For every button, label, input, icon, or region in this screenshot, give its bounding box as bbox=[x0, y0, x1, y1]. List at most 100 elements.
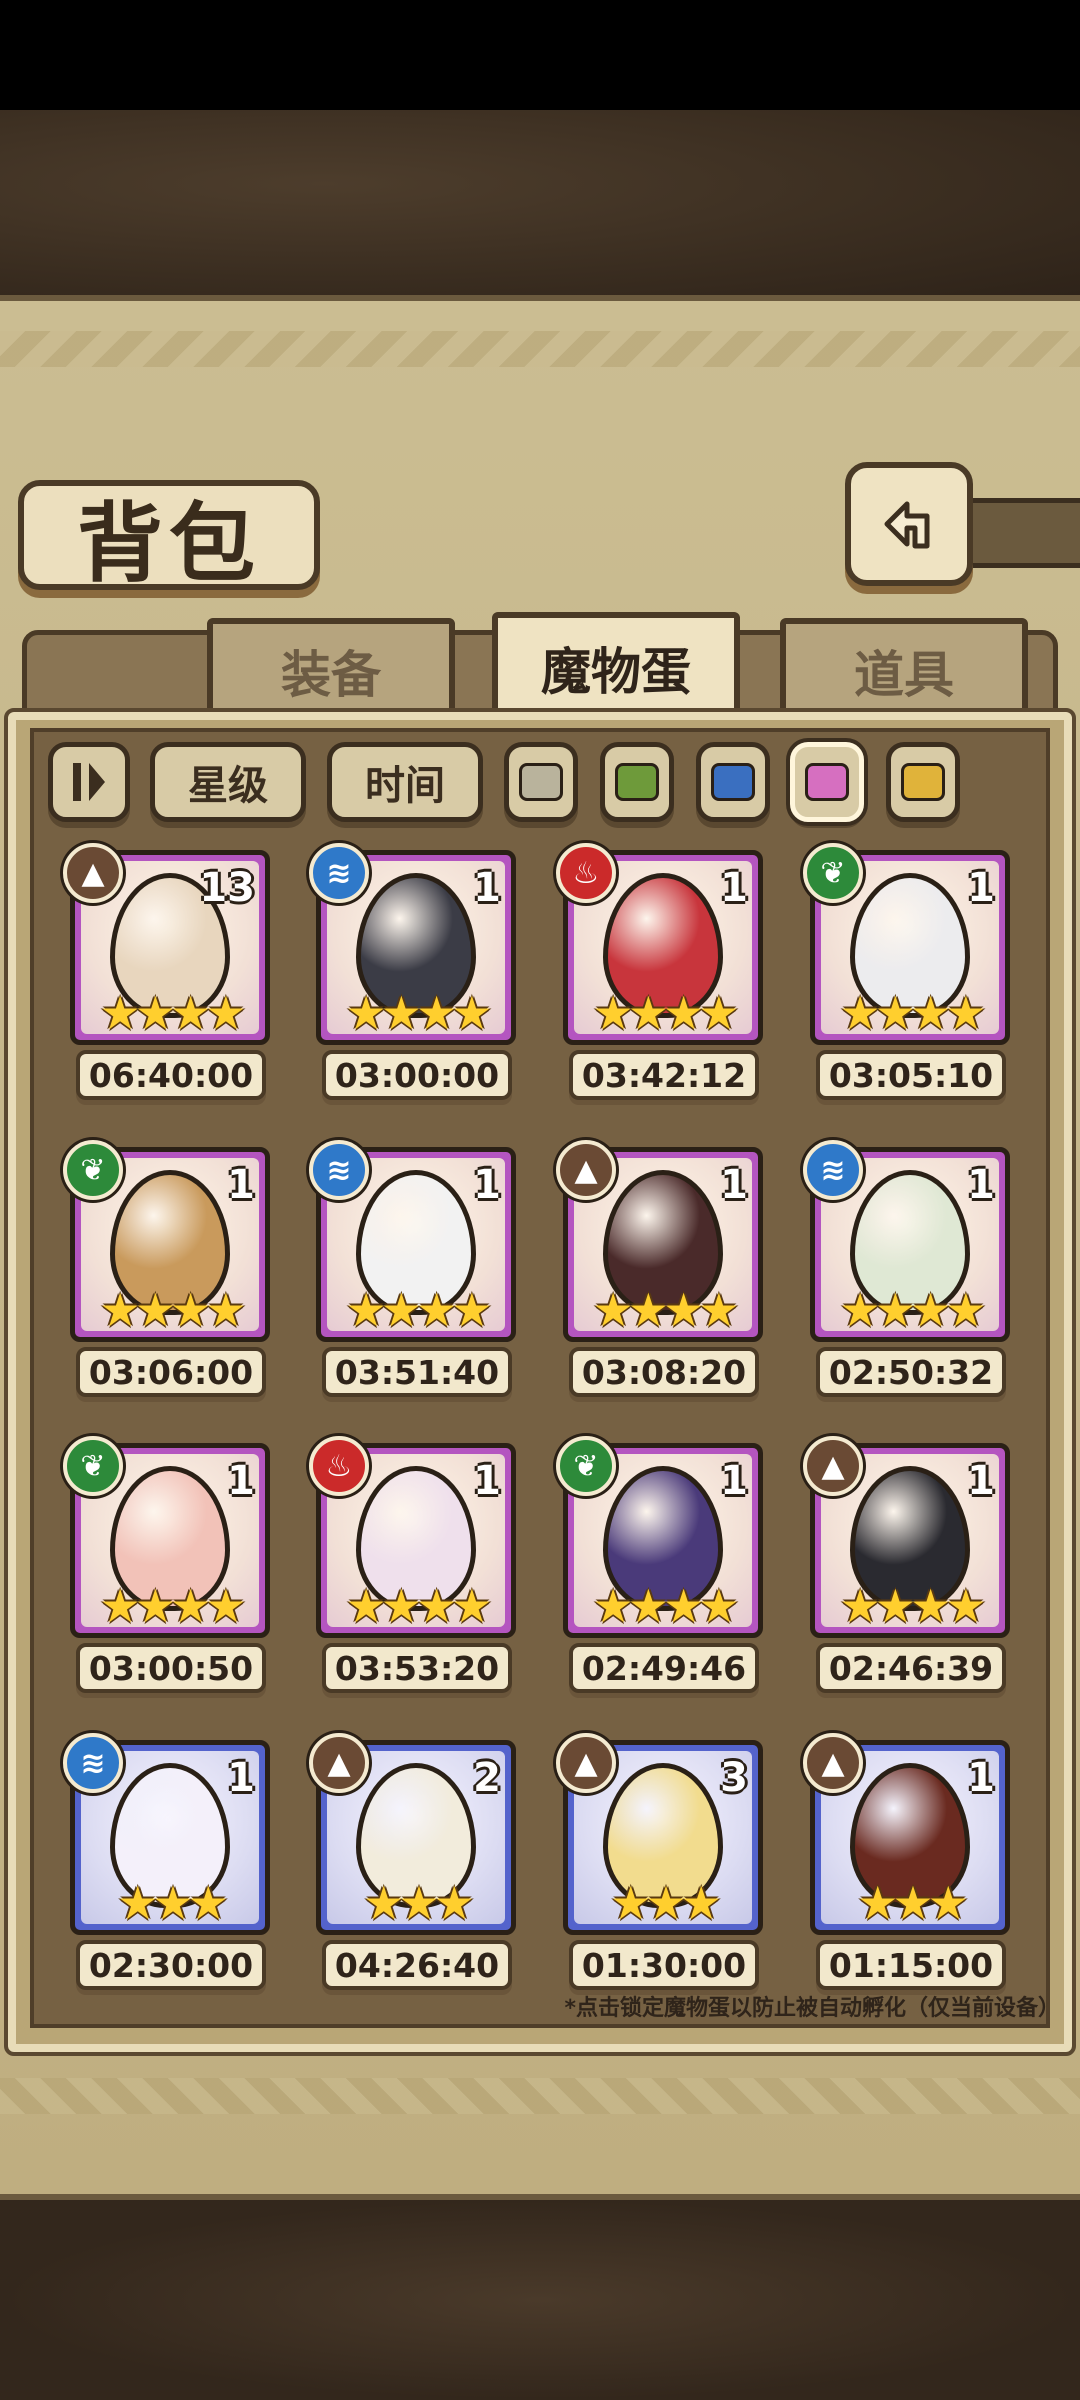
star-sort-label: 星级 bbox=[188, 763, 268, 809]
star-rating: ★★★ bbox=[610, 1876, 722, 1930]
hatch-timer: 03:51:40 bbox=[322, 1347, 512, 1397]
tab-label: 道具 bbox=[854, 645, 954, 704]
color-filter-button[interactable] bbox=[886, 742, 960, 822]
color-filter-button[interactable] bbox=[504, 742, 578, 822]
status-bar-area bbox=[0, 0, 1080, 110]
egg-count: 1 bbox=[720, 1458, 748, 1504]
hatch-timer: 02:50:32 bbox=[816, 1347, 1006, 1397]
monster-egg-card[interactable]: 2 ★★★ ▲ bbox=[309, 1733, 516, 1935]
egg-count: 1 bbox=[967, 1458, 995, 1504]
egg-count: 1 bbox=[473, 1162, 501, 1208]
star-rating: ★★★★ bbox=[839, 1283, 987, 1337]
monster-egg-card[interactable]: 1 ★★★ ▲ bbox=[803, 1733, 1010, 1935]
color-filter-button[interactable] bbox=[600, 742, 674, 822]
tab-equipment[interactable]: 装备 bbox=[207, 618, 455, 723]
water-waves-icon: ≋ bbox=[309, 1140, 369, 1200]
monster-egg-card[interactable]: 1 ★★★★ ▲ bbox=[556, 1140, 763, 1342]
monster-egg-card[interactable]: 13 ★★★★ ▲ bbox=[63, 843, 270, 1045]
water-waves-icon: ≋ bbox=[309, 843, 369, 903]
monster-egg-card[interactable]: 1 ★★★★ ≋ bbox=[309, 843, 516, 1045]
tab-label: 装备 bbox=[281, 645, 381, 704]
return-arrow-icon bbox=[884, 501, 930, 549]
hatch-timer: 03:08:20 bbox=[569, 1347, 759, 1397]
egg-count: 2 bbox=[473, 1755, 501, 1801]
monster-egg-card[interactable]: 1 ★★★★ ❦ bbox=[556, 1436, 763, 1638]
egg-count: 1 bbox=[720, 865, 748, 911]
time-sort-label: 时间 bbox=[365, 763, 445, 809]
hatch-timer: 03:00:50 bbox=[76, 1643, 266, 1693]
monster-egg-card[interactable]: 1 ★★★★ ♨ bbox=[556, 843, 763, 1045]
color-swatch bbox=[901, 763, 945, 801]
tab-label: 魔物蛋 bbox=[541, 643, 691, 701]
egg-count: 1 bbox=[967, 1755, 995, 1801]
leaf-icon: ❦ bbox=[556, 1436, 616, 1496]
color-swatch bbox=[805, 763, 849, 801]
egg-count: 1 bbox=[473, 1458, 501, 1504]
monster-egg-card[interactable]: 1 ★★★★ ≋ bbox=[309, 1140, 516, 1342]
egg-count: 1 bbox=[473, 865, 501, 911]
monster-egg-card[interactable]: 1 ★★★★ ❦ bbox=[63, 1140, 270, 1342]
mountain-icon: ▲ bbox=[803, 1436, 863, 1496]
star-rating: ★★★ bbox=[363, 1876, 475, 1930]
hatch-timer: 02:30:00 bbox=[76, 1940, 266, 1990]
title-plate: 背包 bbox=[18, 480, 320, 594]
color-filter-button[interactable] bbox=[790, 742, 864, 822]
star-rating: ★★★★ bbox=[345, 1579, 493, 1633]
sort-toggle-icon bbox=[73, 763, 105, 801]
monster-egg-card[interactable]: 1 ★★★★ ❦ bbox=[803, 843, 1010, 1045]
sort-by-time-button[interactable]: 时间 bbox=[327, 742, 483, 822]
hatch-timer: 03:06:00 bbox=[76, 1347, 266, 1397]
egg-count: 1 bbox=[227, 1162, 255, 1208]
hatch-timer: 03:42:12 bbox=[569, 1050, 759, 1100]
color-swatch bbox=[519, 763, 563, 801]
egg-count: 1 bbox=[227, 1458, 255, 1504]
sort-by-star-button[interactable]: 星级 bbox=[150, 742, 306, 822]
star-rating: ★★★★ bbox=[839, 1579, 987, 1633]
egg-count: 1 bbox=[227, 1755, 255, 1801]
mountain-icon: ▲ bbox=[556, 1140, 616, 1200]
star-rating: ★★★★ bbox=[592, 1579, 740, 1633]
monster-egg-card[interactable]: 1 ★★★★ ❦ bbox=[63, 1436, 270, 1638]
star-rating: ★★★ bbox=[857, 1876, 969, 1930]
egg-count: 1 bbox=[720, 1162, 748, 1208]
hatch-timer: 06:40:00 bbox=[76, 1050, 266, 1100]
mountain-icon: ▲ bbox=[803, 1733, 863, 1793]
mountain-icon: ▲ bbox=[63, 843, 123, 903]
color-swatch bbox=[615, 763, 659, 801]
hatch-timer: 02:46:39 bbox=[816, 1643, 1006, 1693]
mountain-icon: ▲ bbox=[556, 1733, 616, 1793]
map-background-top bbox=[0, 110, 1080, 295]
flame-icon: ♨ bbox=[556, 843, 616, 903]
hatch-timer: 04:26:40 bbox=[322, 1940, 512, 1990]
monster-egg-card[interactable]: 1 ★★★★ ≋ bbox=[803, 1140, 1010, 1342]
star-rating: ★★★ bbox=[117, 1876, 229, 1930]
hatch-timer: 03:00:00 bbox=[322, 1050, 512, 1100]
monster-egg-card[interactable]: 1 ★★★ ≋ bbox=[63, 1733, 270, 1935]
back-button[interactable] bbox=[845, 462, 973, 586]
leaf-icon: ❦ bbox=[63, 1436, 123, 1496]
water-waves-icon: ≋ bbox=[63, 1733, 123, 1793]
egg-count: 13 bbox=[199, 865, 255, 911]
star-rating: ★★★★ bbox=[839, 986, 987, 1040]
monster-egg-card[interactable]: 1 ★★★★ ♨ bbox=[309, 1436, 516, 1638]
water-waves-icon: ≋ bbox=[803, 1140, 863, 1200]
egg-count: 1 bbox=[967, 1162, 995, 1208]
leaf-icon: ❦ bbox=[803, 843, 863, 903]
star-rating: ★★★★ bbox=[345, 986, 493, 1040]
egg-count: 1 bbox=[967, 865, 995, 911]
color-swatch bbox=[711, 763, 755, 801]
monster-egg-card[interactable]: 1 ★★★★ ▲ bbox=[803, 1436, 1010, 1638]
monster-egg-card[interactable]: 3 ★★★ ▲ bbox=[556, 1733, 763, 1935]
hatch-timer: 02:49:46 bbox=[569, 1643, 759, 1693]
tab-items[interactable]: 道具 bbox=[780, 618, 1028, 723]
sort-toggle-button[interactable] bbox=[48, 742, 130, 822]
lock-hint-text: *点击锁定魔物蛋以防止被自动孵化（仅当前设备） bbox=[564, 1996, 1060, 2021]
egg-count: 3 bbox=[720, 1755, 748, 1801]
hatch-timer: 01:30:00 bbox=[569, 1940, 759, 1990]
star-rating: ★★★★ bbox=[99, 1579, 247, 1633]
tab-monster-egg[interactable]: 魔物蛋 bbox=[492, 612, 740, 724]
star-rating: ★★★★ bbox=[345, 1283, 493, 1337]
star-rating: ★★★★ bbox=[99, 986, 247, 1040]
color-filter-button[interactable] bbox=[696, 742, 770, 822]
star-rating: ★★★★ bbox=[592, 1283, 740, 1337]
